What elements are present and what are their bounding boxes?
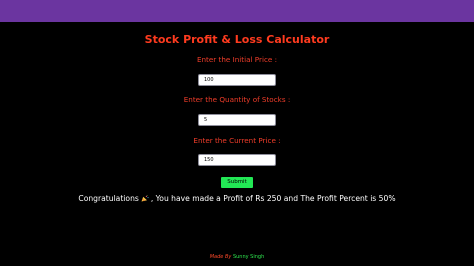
initial-price-label: Enter the Initial Price : <box>196 55 278 64</box>
page-title: Stock Profit & Loss Calculator <box>144 33 330 46</box>
footer: Made By Sunny Singh <box>0 253 474 261</box>
initial-price-input[interactable] <box>198 74 276 86</box>
result-text: , You have made a Profit of Rs 250 and T… <box>150 194 396 203</box>
footer-label: Made By <box>209 254 232 260</box>
quantity-label: Enter the Quantity of Stocks : <box>183 95 291 104</box>
quantity-input[interactable] <box>198 114 276 126</box>
result-message: Congratulations , You have made a Profit… <box>0 193 474 205</box>
header-bar <box>0 0 474 22</box>
result-prefix: Congratulations <box>78 194 139 203</box>
submit-button[interactable]: Submit <box>221 177 253 188</box>
current-price-input[interactable] <box>198 154 276 166</box>
celebration-emoji-icon <box>141 194 149 202</box>
footer-author: Sunny Singh <box>232 254 265 260</box>
current-price-label: Enter the Current Price : <box>193 136 281 145</box>
